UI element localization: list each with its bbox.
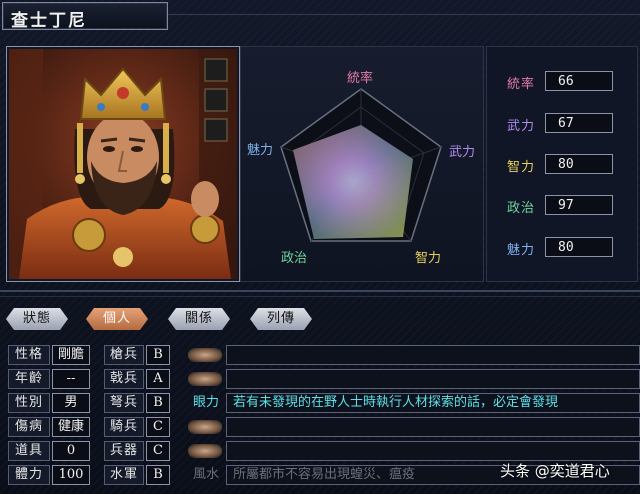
skill-row[interactable]	[226, 345, 640, 365]
health-value: 健康	[52, 417, 90, 437]
gender-value: 男	[52, 393, 90, 413]
skill-icon	[188, 444, 222, 458]
tab-personal[interactable]: 個人	[86, 308, 148, 330]
stat-label: 統率	[507, 77, 536, 92]
stat-value: 66	[545, 71, 613, 91]
items-label: 道具	[8, 441, 50, 461]
aptitude-label: 弩兵	[104, 393, 144, 413]
radar-label-intelligence: 智力	[415, 251, 442, 266]
aptitude-grade: B	[146, 345, 170, 365]
radar-label-war: 武力	[449, 145, 476, 160]
stat-label: 政治	[507, 201, 536, 216]
section-divider-thin	[0, 296, 640, 297]
skill-row[interactable]	[226, 369, 640, 389]
aptitude-grade: C	[146, 441, 170, 461]
skill-description: 所屬都市不容易出現蝗災、瘟疫	[233, 467, 416, 482]
aptitude-grade: B	[146, 393, 170, 413]
items-value: 0	[52, 441, 90, 461]
radar-label-leadership: 統率	[347, 71, 374, 86]
skill-name: 眼力	[192, 395, 219, 410]
section-divider	[0, 290, 640, 292]
skill-icon	[188, 372, 222, 386]
radar-label-politics: 政治	[281, 251, 308, 266]
stat-label: 魅力	[507, 243, 536, 258]
health-label: 傷病	[8, 417, 50, 437]
tab-relations[interactable]: 關係	[168, 308, 230, 330]
stat-value: 80	[545, 154, 613, 174]
stat-value: 67	[545, 113, 613, 133]
aptitude-label: 兵器	[104, 441, 144, 461]
stats-radar-chart: 統率 武力 智力 政治 魅力	[240, 46, 484, 282]
aptitude-label: 槍兵	[104, 345, 144, 365]
skill-row[interactable]: 若有未發現的在野人士時執行人材探索的話，必定會發現	[226, 393, 640, 413]
skill-row[interactable]	[226, 417, 640, 437]
skill-row[interactable]	[226, 441, 640, 461]
personality-label: 性格	[8, 345, 50, 365]
stamina-label: 體力	[8, 465, 50, 485]
aptitude-grade: B	[146, 465, 170, 485]
stats-panel: 統率 66 武力 67 智力 80 政治 97 魅力 80	[486, 46, 638, 282]
aptitude-label: 騎兵	[104, 417, 144, 437]
watermark-text: 头条 @奕道君心	[500, 462, 610, 480]
stat-value: 97	[545, 195, 613, 215]
officer-portrait	[6, 46, 240, 282]
stamina-value: 100	[52, 465, 90, 485]
stat-value: 80	[545, 237, 613, 257]
tab-biography[interactable]: 列傳	[250, 308, 312, 330]
stat-label: 智力	[507, 160, 536, 175]
tab-status[interactable]: 狀態	[6, 308, 68, 330]
age-label: 年齡	[8, 369, 50, 389]
aptitude-grade: A	[146, 369, 170, 389]
aptitude-label: 水軍	[104, 465, 144, 485]
skill-icon	[188, 348, 222, 362]
skill-description: 若有未發現的在野人士時執行人材探索的話，必定會發現	[233, 395, 559, 410]
age-value: --	[52, 369, 90, 389]
title-divider	[168, 14, 640, 15]
gender-label: 性別	[8, 393, 50, 413]
stat-label: 武力	[507, 119, 536, 134]
radar-label-charisma: 魅力	[247, 143, 274, 158]
personality-value: 剛膽	[52, 345, 90, 365]
portrait-image	[9, 49, 237, 279]
officer-name: 查士丁尼	[11, 11, 87, 31]
skill-icon	[188, 420, 222, 434]
aptitude-grade: C	[146, 417, 170, 437]
aptitude-label: 戟兵	[104, 369, 144, 389]
officer-name-box: 查士丁尼	[2, 2, 168, 31]
skill-name: 風水	[192, 467, 219, 482]
